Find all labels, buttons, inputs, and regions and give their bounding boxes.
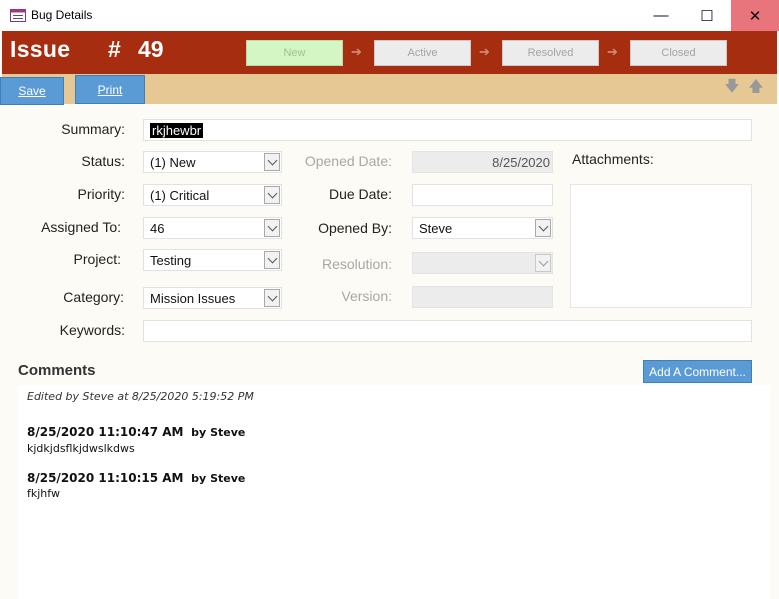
- opened-by-label: Opened By:: [318, 220, 392, 236]
- stage-arrow-icon: ➔: [479, 44, 490, 59]
- print-button[interactable]: Print: [75, 75, 145, 104]
- opened-date-label: Opened Date:: [304, 153, 392, 169]
- stage-new[interactable]: New: [246, 40, 343, 66]
- issue-hash: #: [108, 36, 121, 62]
- project-label: Project:: [73, 251, 121, 267]
- chevron-down-icon[interactable]: [264, 219, 280, 237]
- minimize-icon: —: [653, 7, 669, 24]
- maximize-icon: ☐: [700, 7, 714, 25]
- category-select[interactable]: Mission Issues: [143, 287, 282, 309]
- comment-by: by: [191, 472, 207, 485]
- project-select[interactable]: Testing: [143, 249, 282, 271]
- save-button[interactable]: Save: [0, 77, 64, 105]
- arrow-down-icon[interactable]: 🡇: [724, 78, 740, 96]
- stage-closed[interactable]: Closed: [630, 40, 727, 66]
- category-value: Mission Issues: [150, 290, 236, 306]
- window-title: Bug Details: [31, 8, 93, 22]
- chevron-down-icon[interactable]: [264, 153, 280, 171]
- comment-author: Steve: [210, 472, 246, 485]
- issue-title: Issue: [10, 36, 71, 62]
- stage-arrow-icon: ➔: [607, 44, 618, 59]
- resolution-label: Resolution:: [321, 256, 392, 272]
- attachments-box[interactable]: [570, 184, 752, 308]
- summary-value: rkjhewbr: [150, 122, 204, 138]
- close-button[interactable]: ✕: [731, 0, 779, 31]
- attachments-label: Attachments:: [572, 151, 654, 167]
- status-label: Status:: [81, 153, 125, 169]
- close-icon: ✕: [748, 7, 762, 25]
- priority-select[interactable]: (1) Critical: [143, 184, 282, 206]
- comment-timestamp: 8/25/2020 11:10:47 AM: [27, 425, 184, 439]
- stage-resolved[interactable]: Resolved: [502, 40, 599, 66]
- opened-by-select[interactable]: Steve: [412, 217, 553, 239]
- keywords-input[interactable]: [143, 320, 752, 342]
- chevron-down-icon[interactable]: [535, 219, 551, 237]
- minimize-button[interactable]: —: [638, 0, 684, 31]
- category-label: Category:: [63, 289, 124, 305]
- comment-author: Steve: [210, 426, 246, 439]
- assigned-to-select[interactable]: 46: [143, 217, 282, 239]
- comments-title: Comments: [18, 362, 96, 379]
- add-comment-button[interactable]: Add A Comment...: [643, 360, 752, 383]
- maximize-button[interactable]: ☐: [684, 0, 730, 31]
- status-select[interactable]: (1) New: [143, 151, 282, 173]
- arrow-up-icon[interactable]: 🡅: [748, 78, 764, 96]
- opened-by-value: Steve: [419, 220, 453, 236]
- app-form-icon: [10, 9, 26, 22]
- priority-label: Priority:: [77, 186, 125, 202]
- stage-arrow-icon: ➔: [351, 44, 362, 59]
- chevron-down-icon[interactable]: [264, 251, 280, 269]
- status-value: (1) New: [150, 154, 196, 170]
- chevron-down-icon: [535, 254, 551, 272]
- opened-date-field: 8/25/2020: [412, 151, 553, 173]
- opened-date-value: 8/25/2020: [492, 154, 550, 170]
- summary-label: Summary:: [61, 121, 125, 137]
- version-label: Version:: [341, 288, 392, 304]
- comment-header: 8/25/2020 11:10:47 AM by Steve: [27, 425, 245, 439]
- project-value: Testing: [150, 252, 192, 268]
- summary-input[interactable]: rkjhewbr: [143, 119, 752, 141]
- assigned-to-label: Assigned To:: [41, 219, 121, 235]
- resolution-select: [412, 252, 553, 274]
- due-date-input[interactable]: [412, 184, 553, 206]
- comments-area: [18, 385, 770, 599]
- comment-timestamp: 8/25/2020 11:10:15 AM: [27, 471, 184, 485]
- chevron-down-icon[interactable]: [264, 186, 280, 204]
- comment-edited-note: Edited by Steve at 8/25/2020 5:19:52 PM: [27, 390, 254, 403]
- keywords-label: Keywords:: [59, 322, 125, 338]
- assigned-to-value: 46: [150, 220, 165, 236]
- issue-number: 49: [138, 36, 164, 62]
- comment-text: fkjhfw: [27, 487, 60, 500]
- chevron-down-icon[interactable]: [264, 289, 280, 307]
- stage-active[interactable]: Active: [374, 40, 471, 66]
- due-date-label: Due Date:: [328, 186, 392, 202]
- comment-text: kjdkjdsflkjdwslkdws: [27, 442, 135, 455]
- comment-header: 8/25/2020 11:10:15 AM by Steve: [27, 471, 245, 485]
- comment-by: by: [191, 426, 207, 439]
- version-field: [412, 286, 553, 308]
- priority-value: (1) Critical: [150, 187, 210, 203]
